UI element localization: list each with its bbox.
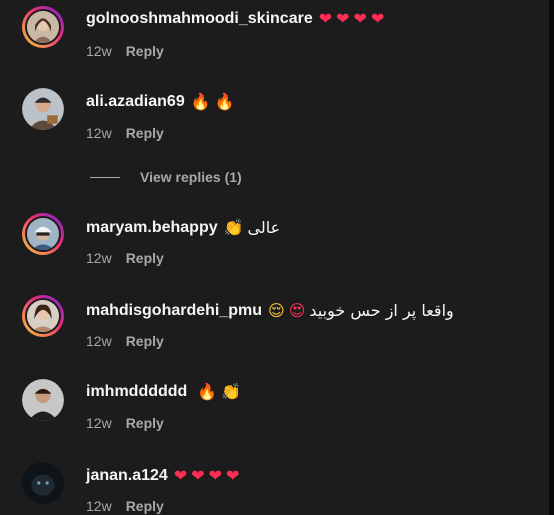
username[interactable]: imhmdddddd (86, 383, 187, 401)
heart-emoji: ❤ (318, 9, 333, 28)
reply-button[interactable]: Reply (126, 125, 164, 141)
username[interactable]: janan.a124 (86, 467, 168, 485)
divider-line (90, 176, 120, 178)
fire-emoji: 🔥 (214, 92, 235, 111)
heart-emoji: ❤ (173, 466, 188, 485)
heart-emoji: ❤ (226, 466, 240, 485)
comment-body: واقعا پر از حس خوبید (309, 301, 454, 320)
heart-emoji: ❤ (191, 466, 205, 485)
avatar[interactable] (22, 379, 64, 421)
comment-text: 😌 😍 واقعا پر از حس خوبید (268, 301, 454, 320)
comment-body: عالی (247, 218, 281, 237)
relieved-face-emoji: 😌 (268, 300, 285, 320)
username[interactable]: golnooshmahmoodi_skincare (86, 10, 313, 28)
reply-button[interactable]: Reply (126, 250, 164, 266)
timestamp: 12w (86, 43, 112, 59)
timestamp: 12w (86, 250, 112, 266)
view-replies-label: View replies (1) (140, 169, 242, 185)
comment-text: ❤ ❤ ❤ ❤ (319, 11, 385, 27)
reply-button[interactable]: Reply (126, 498, 164, 514)
view-replies-button[interactable]: View replies (1) (90, 169, 242, 185)
clapping-emoji: 👏 (221, 382, 242, 401)
scrollbar-track[interactable] (549, 0, 554, 515)
username[interactable]: mahdisgohardehi_pmu (86, 302, 262, 320)
username[interactable]: maryam.behappy (86, 219, 218, 237)
clapping-emoji: 👏 (223, 217, 244, 237)
heart-eyes-emoji: 😍 (288, 300, 306, 320)
avatar[interactable] (22, 295, 64, 337)
timestamp: 12w (86, 498, 112, 514)
comments-panel: golnooshmahmoodi_skincare ❤ ❤ ❤ ❤ 12w Rep… (0, 0, 549, 515)
fire-emoji: 🔥 (190, 92, 211, 111)
avatar[interactable] (22, 213, 64, 255)
heart-emoji: ❤ (370, 9, 385, 28)
avatar[interactable] (22, 462, 64, 504)
timestamp: 12w (86, 125, 112, 141)
fire-emoji: 🔥 (197, 382, 218, 401)
comment-text: 🔥 👏 (197, 384, 241, 400)
heart-emoji: ❤ (353, 9, 367, 28)
heart-emoji: ❤ (336, 9, 350, 28)
reply-button[interactable]: Reply (126, 333, 164, 349)
timestamp: 12w (86, 333, 112, 349)
avatar[interactable] (22, 88, 64, 130)
comment-text: 👏 عالی (224, 218, 281, 237)
reply-button[interactable]: Reply (126, 415, 164, 431)
reply-button[interactable]: Reply (126, 43, 164, 59)
heart-emoji: ❤ (208, 466, 223, 485)
username[interactable]: ali.azadian69 (86, 93, 185, 111)
avatar[interactable] (22, 6, 64, 48)
comment-text: 🔥 🔥 (191, 94, 235, 110)
timestamp: 12w (86, 415, 112, 431)
comment-text: ❤ ❤ ❤ ❤ (174, 468, 240, 484)
